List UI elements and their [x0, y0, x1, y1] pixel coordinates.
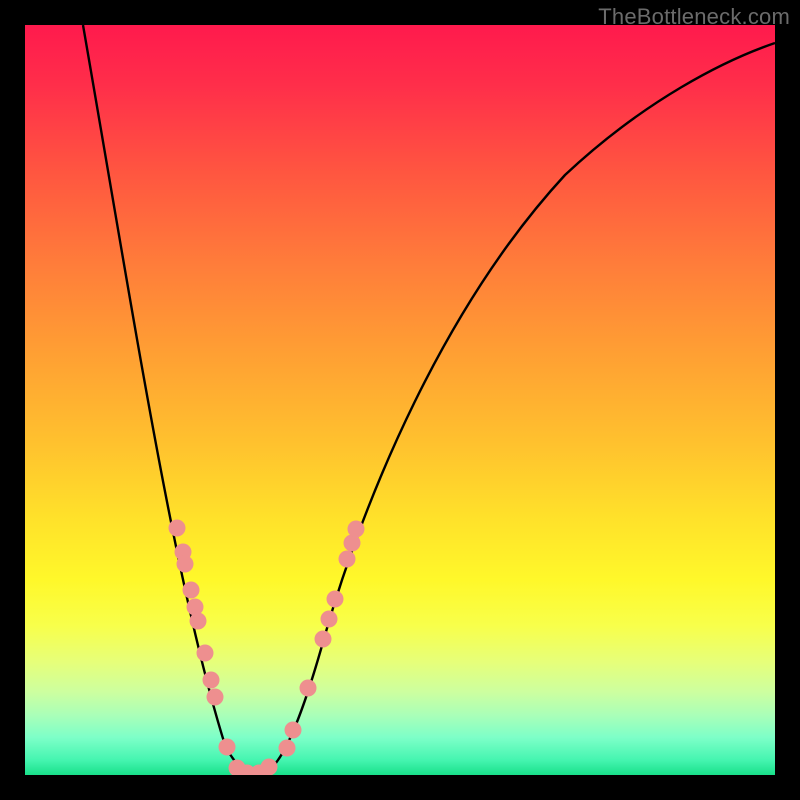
- data-marker: [285, 722, 302, 739]
- plot-area: [25, 25, 775, 775]
- chart-svg: [25, 25, 775, 775]
- bottleneck-curve: [83, 25, 775, 773]
- data-marker: [261, 759, 278, 776]
- data-marker: [183, 582, 200, 599]
- data-marker: [169, 520, 186, 537]
- data-marker: [219, 739, 236, 756]
- data-marker: [315, 631, 332, 648]
- data-marker: [177, 556, 194, 573]
- data-marker: [300, 680, 317, 697]
- data-marker: [190, 613, 207, 630]
- data-marker: [348, 521, 365, 538]
- data-marker: [339, 551, 356, 568]
- data-marker: [207, 689, 224, 706]
- watermark-text: TheBottleneck.com: [598, 4, 790, 30]
- data-marker: [187, 599, 204, 616]
- data-marker: [197, 645, 214, 662]
- chart-frame: TheBottleneck.com: [0, 0, 800, 800]
- data-marker: [321, 611, 338, 628]
- data-marker: [279, 740, 296, 757]
- data-marker: [327, 591, 344, 608]
- data-marker: [203, 672, 220, 689]
